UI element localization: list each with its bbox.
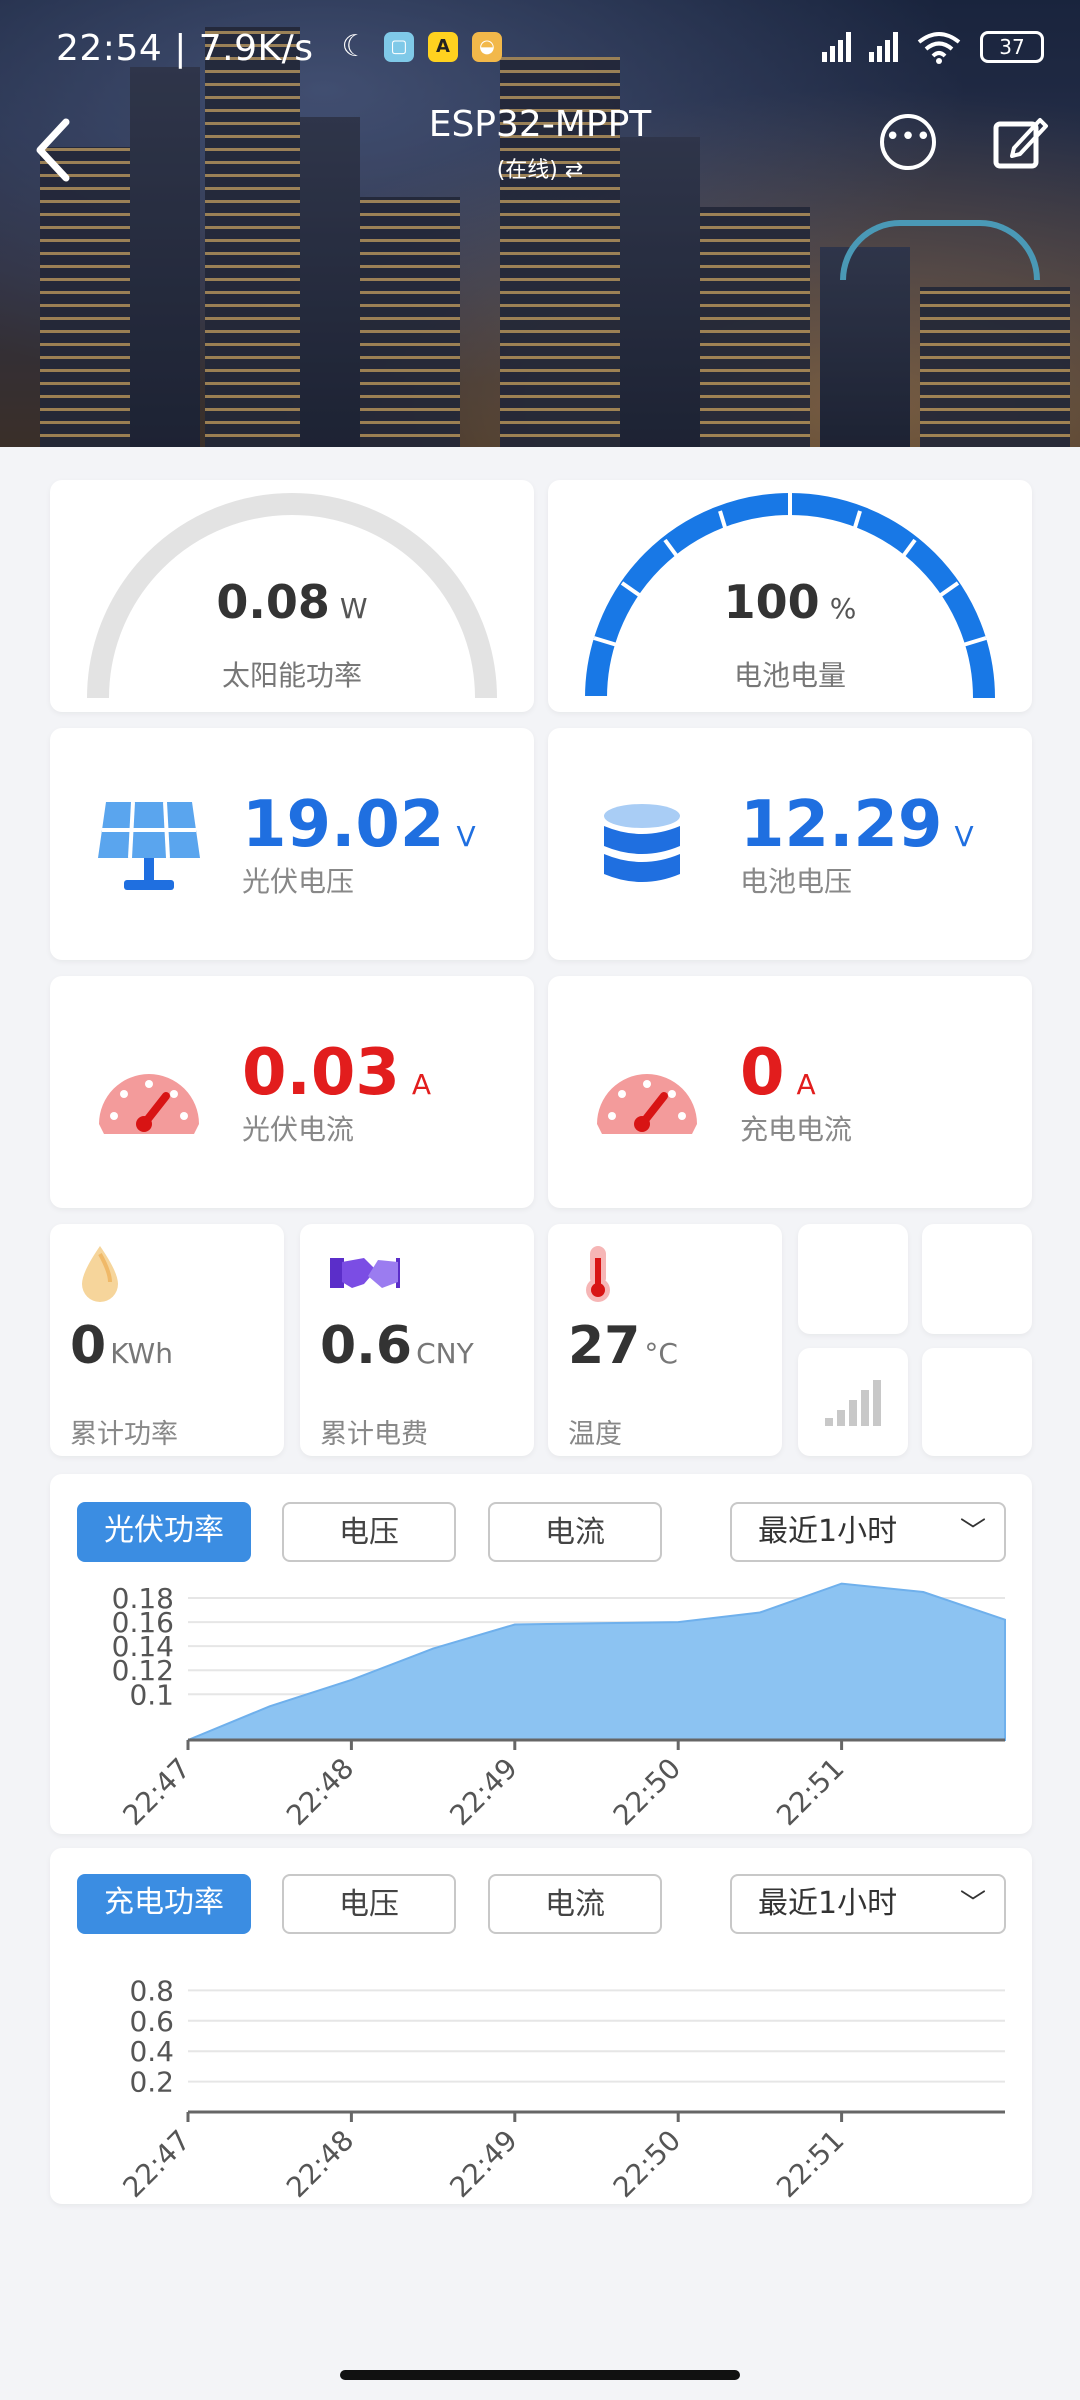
signal-strength-icon: [825, 1380, 881, 1426]
x-tick-label: 22:47: [117, 1752, 197, 1832]
empty-tile[interactable]: [798, 1224, 908, 1334]
a-app-icon: A: [428, 32, 458, 62]
car-app-icon: ◒: [472, 32, 502, 62]
temperature-card: 27 °C 温度: [548, 1224, 782, 1456]
charge-current-number: 0: [740, 1036, 785, 1110]
charge-current-label: 充电电流: [740, 1113, 853, 1146]
battery-voltage-number: 12.29: [740, 788, 943, 862]
temperature-value: 27 °C: [568, 1316, 678, 1376]
x-tick-label: 22:48: [280, 1752, 360, 1832]
handshake-icon: [330, 1258, 400, 1288]
pv-voltage-number: 19.02: [242, 788, 445, 862]
x-tick-label: 22:49: [443, 1752, 523, 1832]
temperature-unit: °C: [644, 1337, 678, 1370]
solar-power-label: 太阳能功率: [221, 659, 362, 692]
x-tick-label: 22:47: [117, 2124, 197, 2204]
pv-current-label: 光伏电流: [242, 1113, 355, 1146]
signal-hd-icon: [822, 32, 851, 62]
x-tick-label: 22:51: [770, 1752, 850, 1832]
solar-power-unit: W: [339, 592, 368, 625]
more-options-icon[interactable]: •••: [880, 114, 936, 170]
cost-label: 累计电费: [320, 1419, 428, 1450]
cost-card: 0.6 CNY 累计电费: [300, 1224, 534, 1456]
charge-current-unit: A: [796, 1068, 816, 1101]
energy-label: 累计功率: [70, 1419, 178, 1450]
pv-current-number: 0.03: [242, 1036, 400, 1110]
empty-tile[interactable]: [922, 1348, 1032, 1456]
pv-voltage-unit: V: [456, 820, 476, 853]
battery-level-number: 100: [723, 575, 820, 629]
x-tick-label: 22:50: [607, 2124, 687, 2204]
x-tick-label: 22:50: [607, 1752, 687, 1832]
droplet-icon: [82, 1246, 118, 1302]
pv-current-value: 0.03 A: [242, 1036, 431, 1110]
solar-panel-icon: [98, 801, 200, 890]
energy-card: 0 KWh 累计功率: [50, 1224, 284, 1456]
battery-voltage-value: 12.29 V: [740, 788, 974, 862]
pv-power-chart: 0.10.120.140.160.1822:47 22:48 22:49 22:50 2…: [112, 1582, 1006, 1832]
area-series: [187, 1582, 1006, 1741]
energy-value: 0 KWh: [70, 1316, 173, 1376]
status-notification-icons: ☾ ▢ A ◒: [340, 32, 502, 62]
temperature-label: 温度: [568, 1419, 622, 1450]
status-bar: 22:54 | 7.9K/s ☾ ▢ A ◒ 37: [0, 0, 1080, 100]
pv-current-card: 0.03 A 光伏电流: [50, 976, 534, 1208]
solar-power-gauge-card: 0.08 W 太阳能功率: [50, 480, 534, 712]
pv-current-unit: A: [411, 1068, 432, 1101]
charge-current-value: 0A: [740, 1036, 816, 1110]
cost-value: 0.6 CNY: [320, 1316, 474, 1376]
moon-icon: ☾: [341, 29, 369, 64]
x-tick-label: 22:49: [443, 2124, 523, 2204]
navigation-bar: ESP32-MPPT (在线) ⇄ •••: [0, 100, 1080, 210]
y-tick-label: 0.6: [129, 2005, 174, 2038]
wifi-icon: [917, 32, 961, 64]
pv-voltage-label: 光伏电压: [242, 865, 355, 898]
battery-voltage-label: 电池电压: [740, 865, 853, 898]
pv-power-chart-card: 光伏功率 电压 电流 最近1小时 ﹀ 0.1 0.12 0.14 0.16 0.18 22…: [50, 1474, 1032, 1834]
edit-icon[interactable]: [990, 112, 1050, 172]
thermometer-icon: [586, 1246, 610, 1302]
cost-unit: CNY: [416, 1337, 474, 1370]
battery-voltage-unit: V: [954, 820, 974, 853]
cost-number: 0.6: [320, 1316, 413, 1376]
x-tick-label: 22:48: [280, 2124, 360, 2204]
battery-indicator: 37: [980, 31, 1044, 63]
battery-level-unit: %: [829, 592, 857, 625]
solar-power-number: 0.08: [216, 575, 330, 629]
charge-current-card: 0A 充电电流: [548, 976, 1032, 1208]
y-tick-label: 0.18: [112, 1582, 174, 1615]
pv-voltage-value: 19.02 V: [242, 788, 476, 862]
solar-power-value: 0.08 W: [50, 575, 534, 629]
signal-hd-2-icon: [869, 32, 898, 62]
signal-tile[interactable]: [798, 1348, 908, 1456]
pv-voltage-card: 19.02 V 光伏电压: [50, 728, 534, 960]
empty-tile[interactable]: [922, 1224, 1032, 1334]
charge-power-chart: 0.20.40.60.8 22:47 22:48 22:49 22:50 22:51: [117, 1974, 1005, 2204]
energy-unit: KWh: [110, 1337, 173, 1370]
speedometer-icon: [597, 1074, 697, 1134]
battery-voltage-card: 12.29 V 电池电压: [548, 728, 1032, 960]
temperature-number: 27: [568, 1316, 641, 1376]
y-tick-label: 0.4: [129, 2035, 174, 2068]
database-icon: [604, 804, 680, 882]
status-time: 22:54 | 7.9K/s: [56, 28, 314, 69]
energy-number: 0: [70, 1316, 107, 1376]
y-tick-label: 0.2: [129, 2066, 174, 2099]
tv-app-icon: ▢: [384, 32, 414, 62]
battery-level-label: 电池电量: [733, 659, 846, 692]
x-tick-label: 22:51: [770, 2124, 850, 2204]
battery-level-gauge-card: 100% 电池电量: [548, 480, 1032, 712]
status-right-icons: 37: [822, 30, 1044, 64]
speedometer-icon: [99, 1074, 199, 1134]
home-indicator[interactable]: [340, 2370, 740, 2380]
header-background: 22:54 | 7.9K/s ☾ ▢ A ◒ 37 ESP32-MPPT (在线…: [0, 0, 1080, 447]
charge-power-chart-card: 充电功率 电压 电流 最近1小时 ﹀ 0.2 0.4 0.6 0.8 22:47 22:4…: [50, 1848, 1032, 2204]
y-tick-label: 0.8: [129, 1974, 174, 2007]
battery-level-value: 100%: [548, 575, 1032, 629]
